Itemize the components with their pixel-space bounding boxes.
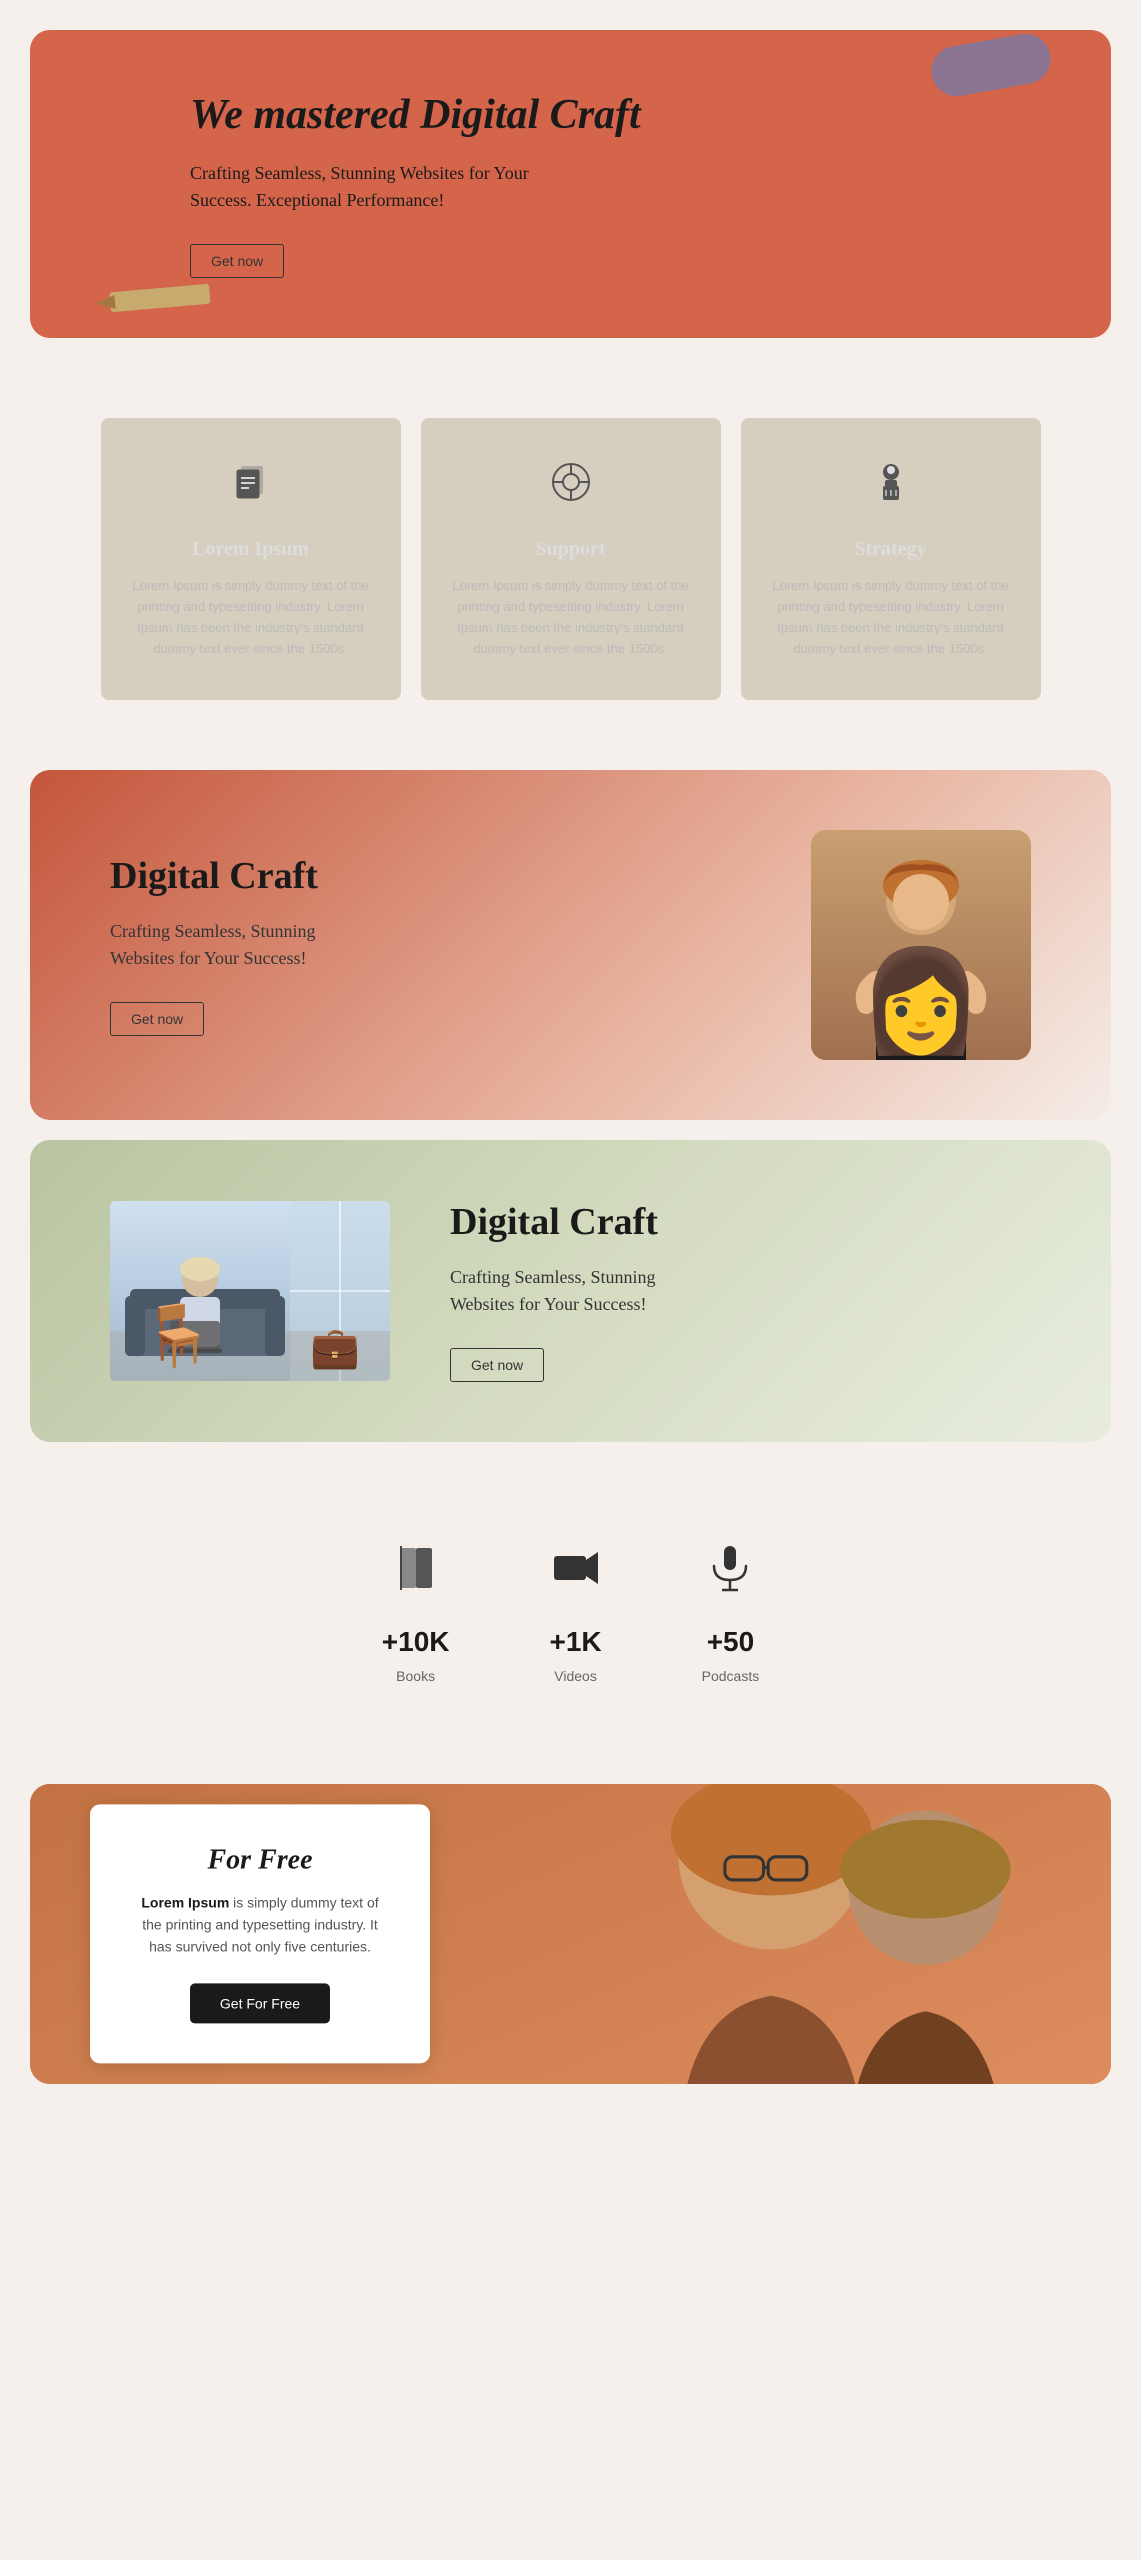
dc2-content: Digital Craft Crafting Seamless, Stunnin…: [450, 1200, 1031, 1382]
dc2-title: Digital Craft: [450, 1200, 1031, 1244]
stat-videos-label: Videos: [554, 1668, 597, 1684]
digital-craft-section-1: Digital Craft Crafting Seamless, Stunnin…: [30, 770, 1111, 1120]
for-free-description: Lorem Ipsum is simply dummy text of the …: [140, 1891, 380, 1958]
book-icon: [390, 1542, 442, 1606]
for-free-text-bold: Lorem Ipsum: [141, 1894, 229, 1910]
stat-videos: +1K Videos: [549, 1542, 601, 1684]
card-support-text: Lorem Ipsum is simply dummy text of the …: [451, 576, 691, 659]
digital-craft-section-2: Digital Craft Crafting Seamless, Stunnin…: [30, 1140, 1111, 1442]
for-free-title: For Free: [140, 1844, 380, 1876]
strategy-icon: [771, 458, 1011, 518]
dc1-title: Digital Craft: [110, 854, 751, 898]
support-icon: [451, 458, 691, 518]
stat-podcasts-label: Podcasts: [702, 1668, 760, 1684]
stats-section: +10K Books +1K Videos +50 Podcasts: [0, 1462, 1141, 1764]
hero-subtitle: Crafting Seamless, Stunning Websites for…: [190, 160, 570, 214]
dc1-cta-button[interactable]: Get now: [110, 1002, 204, 1036]
card-strategy-title: Strategy: [771, 538, 1011, 561]
podcast-icon: [704, 1542, 756, 1606]
hero-section: We mastered Digital Craft Crafting Seaml…: [30, 30, 1111, 338]
card-lorem-ipsum-title: Lorem Ipsum: [131, 538, 371, 561]
card-lorem-ipsum-text: Lorem Ipsum is simply dummy text of the …: [131, 576, 371, 659]
cards-section: Lorem Ipsum Lorem Ipsum is simply dummy …: [0, 368, 1141, 749]
card-lorem-ipsum: Lorem Ipsum Lorem Ipsum is simply dummy …: [101, 418, 401, 699]
card-strategy-text: Lorem Ipsum is simply dummy text of the …: [771, 576, 1011, 659]
card-support: Support Lorem Ipsum is simply dummy text…: [421, 418, 721, 699]
video-icon: [550, 1542, 602, 1606]
stat-podcasts-number: +50: [707, 1626, 755, 1658]
hero-decoration-pencil: [109, 284, 210, 313]
stat-books-number: +10K: [382, 1626, 450, 1658]
dc1-person-image: [811, 830, 1031, 1060]
for-free-section: For Free Lorem Ipsum is simply dummy tex…: [30, 1784, 1111, 2084]
dc2-office-image: [110, 1201, 390, 1381]
stat-books-label: Books: [396, 1668, 435, 1684]
dc2-cta-button[interactable]: Get now: [450, 1348, 544, 1382]
card-strategy: Strategy Lorem Ipsum is simply dummy tex…: [741, 418, 1041, 699]
stat-books: +10K Books: [382, 1542, 450, 1684]
stat-podcasts: +50 Podcasts: [702, 1542, 760, 1684]
card-support-title: Support: [451, 538, 691, 561]
dc2-subtitle: Crafting Seamless, StunningWebsites for …: [450, 1264, 1031, 1318]
hero-cta-button[interactable]: Get now: [190, 244, 284, 278]
dc1-content: Digital Craft Crafting Seamless, Stunnin…: [110, 854, 751, 1036]
dc1-subtitle: Crafting Seamless, StunningWebsites for …: [110, 918, 751, 972]
for-free-card: For Free Lorem Ipsum is simply dummy tex…: [90, 1804, 430, 2063]
for-free-cta-button[interactable]: Get For Free: [190, 1983, 330, 2023]
stat-videos-number: +1K: [549, 1626, 601, 1658]
documents-icon: [131, 458, 371, 518]
hero-title: We mastered Digital Craft: [190, 90, 1071, 140]
